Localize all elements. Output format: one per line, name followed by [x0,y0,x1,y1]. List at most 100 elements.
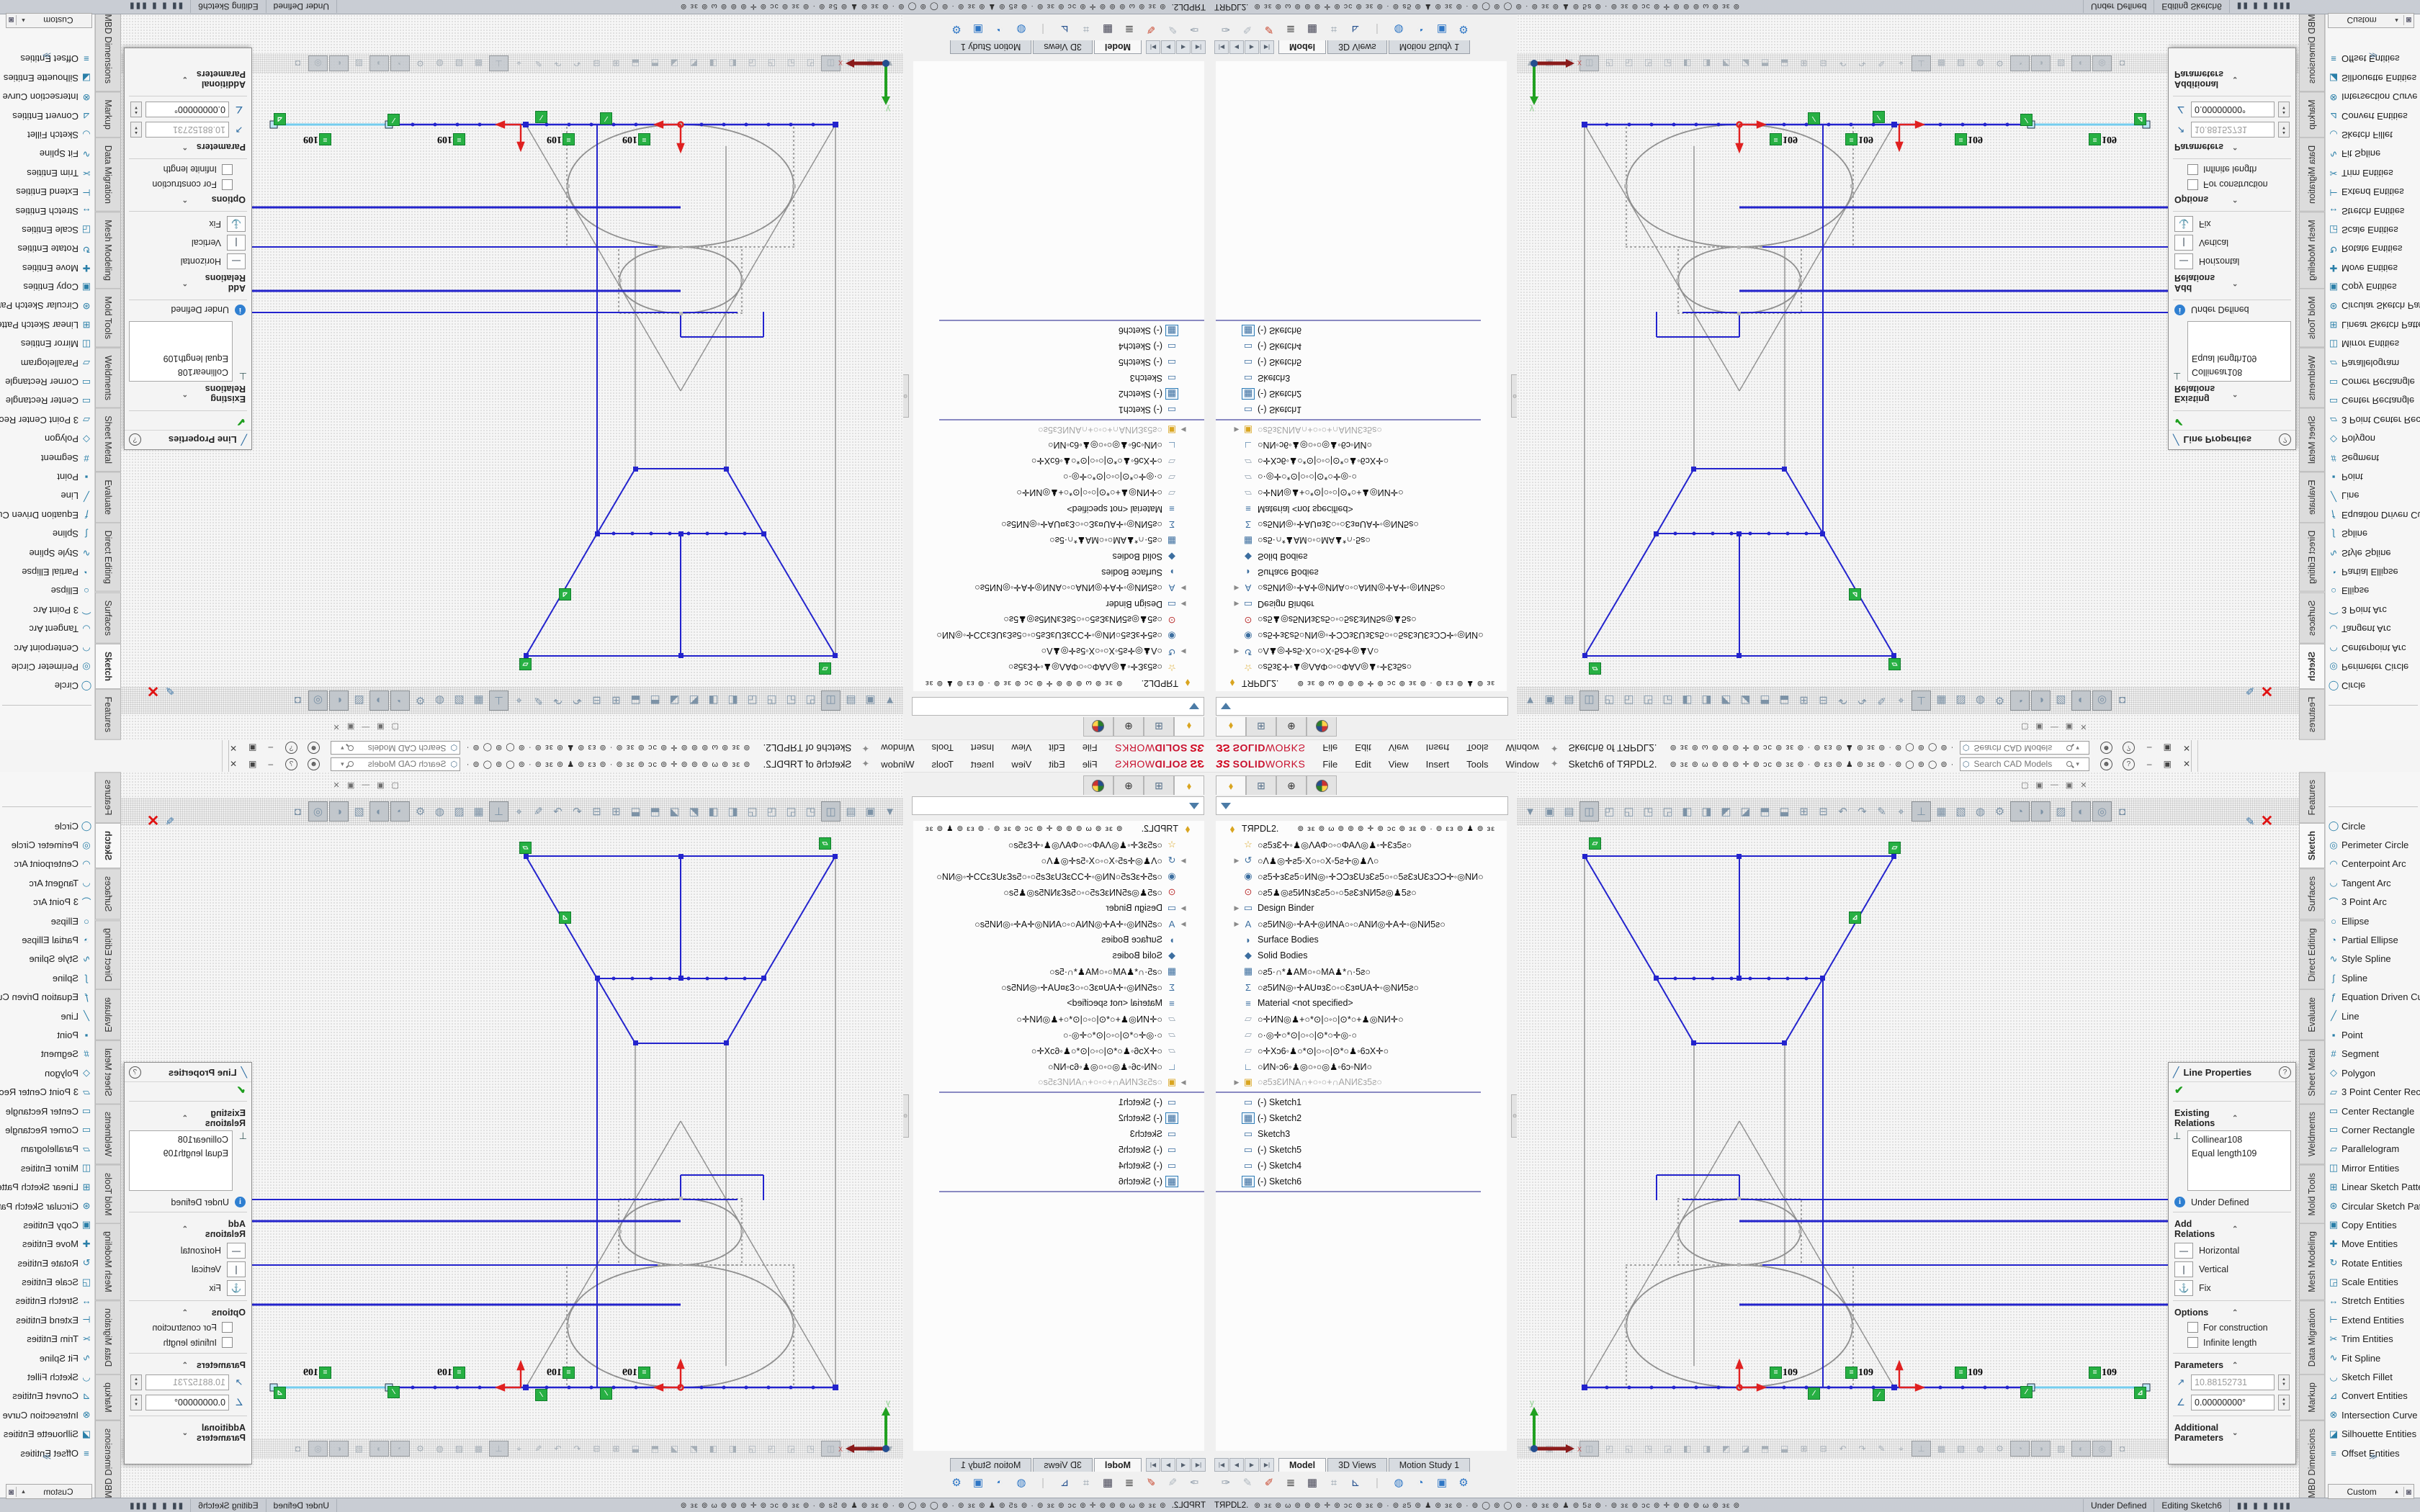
relation-entry[interactable]: Equal length109 [2192,1147,2287,1161]
display-toolbar-icon[interactable]: ▣ [1433,1476,1451,1489]
stamp-icon[interactable]: ◙ [9,16,14,26]
sketch-relation-badge[interactable]: ⊿ [273,114,286,125]
relations-listbox[interactable]: Collinear108Equal length109 [2187,1130,2291,1191]
view-tab[interactable]: 3D Views [1033,1458,1093,1472]
commandmanager-tab[interactable]: Mold Tools [2299,1165,2325,1224]
sketch-tool-button[interactable]: ∿ Fit Spline [0,1349,94,1367]
menu-item[interactable]: Window [1505,743,1541,754]
length-spinner[interactable]: ▲▼ [130,122,142,138]
sketch-relation-badge[interactable]: ⊿ [2134,1387,2147,1398]
commandmanager-tab[interactable]: Features [95,689,121,740]
user-account-icon[interactable]: ☻ [2100,742,2112,755]
stamp-icon[interactable]: ◙ [2406,1487,2411,1497]
search-box[interactable]: ⬡ ▾ [331,757,460,771]
search-box[interactable]: ⬡ ▾ [1960,757,2089,771]
sketch-relation-badge[interactable]: ∕ [1808,113,1821,124]
parameters-header[interactable]: Parameters ⌃ [2169,1356,2295,1372]
sketch-tool-button[interactable]: ◎ Perimeter Circle [0,657,94,676]
tree-row[interactable]: ▱ ○·◎✛○*⊙|○◦○|⊙*○✛◎·○ [913,469,1204,485]
sketch-tool-button[interactable]: ⊗ Intersection Curve [2326,1405,2420,1424]
tree-row[interactable]: ▭ (-) Sketch1 [1216,402,1507,418]
tab-nav-button[interactable]: |◀ [1214,1458,1229,1472]
expand-arrow-icon[interactable]: ▶ [1178,920,1188,928]
commandmanager-tab[interactable]: Sheet Metal [2299,408,2325,472]
sketch-relation-badge[interactable]: ⊿ [1849,589,1862,600]
menu-item[interactable]: View [1010,743,1033,754]
option-checkbox-row[interactable]: Infinite length [125,1335,251,1350]
tree-row[interactable]: ◗ Surface Bodies [1216,932,1507,948]
checkbox[interactable] [2187,1322,2198,1333]
search-input[interactable] [354,758,448,770]
tree-row[interactable]: ▭ (-) Sketch4 [913,338,1204,354]
sketch-tool-button[interactable]: ◯ Circle [2326,677,2420,696]
sketch-tool-button[interactable]: ƒ Equation Driven Curve [2326,988,2420,1007]
tab-nav-button[interactable]: ◀ [1176,1458,1191,1472]
display-toolbar-icon[interactable]: | [1368,1477,1386,1489]
tree-row[interactable]: ▱ ○·◎✛○*⊙|○◦○|⊙*○✛◎·○ [913,1027,1204,1043]
display-toolbar-icon[interactable]: ⌗ [1325,24,1343,36]
tree-row[interactable]: ☆ ○ƨ5зƐ✛◦♟◎ΛΑΦ○◦○ΦΑΛ◎♟◦✛Ɛз5ƨ○ [1216,660,1507,675]
tab-featuremanager-tree[interactable]: ⬧ [1216,775,1246,795]
angle-spinner[interactable]: ▲▼ [2278,102,2290,117]
sketch-relation-badge[interactable]: = 109 [622,134,650,145]
checkbox[interactable] [2187,179,2198,190]
option-checkbox-row[interactable]: Infinite length [2169,1335,2295,1350]
window-control-button[interactable]: ✕ [2183,743,2190,753]
display-toolbar-icon[interactable]: ◔ [991,24,1008,36]
sketch-tool-button[interactable]: ʃ Spline [2326,968,2420,987]
window-control-button[interactable]: ▣ [2164,743,2172,753]
tab-nav-button[interactable]: ◀ [1229,1458,1244,1472]
display-toolbar-icon[interactable]: ≣ [1121,1476,1138,1489]
sketch-tool-button[interactable]: ╱ Line [2326,1007,2420,1025]
options-header[interactable]: Options ⌃ [2169,1304,2295,1320]
sketch-relation-badge[interactable]: = 109 [1955,134,1983,145]
window-control-button[interactable]: ▣ [248,743,256,753]
sketch-relation-badge[interactable]: ∕ [599,113,612,124]
sketch-tool-button[interactable]: ◪ Silhouette Entities [2326,1425,2420,1444]
expand-arrow-icon[interactable]: ▶ [1178,904,1188,912]
commandmanager-tab[interactable]: Mold Tools [95,1165,121,1224]
tree-root-part[interactable]: ⬧ TЯPDL2. ⊚ зε ⊚ ω ⊚ ⊚ ⊚ ✛ ⊚ ɔc ⊚ зε ⊚ ·… [1216,675,1507,691]
sketch-relation-badge[interactable]: = 109 [1770,1367,1798,1378]
search-input[interactable] [1973,742,2066,754]
more-commands-chevron[interactable]: ≫ [2326,50,2420,60]
sketch-relation-badge[interactable]: ⊿ [1849,912,1862,923]
display-toolbar-icon[interactable]: ◔ [991,1477,1008,1489]
panel-help-icon[interactable]: ? [129,434,141,446]
sketch-tool-button[interactable]: ╱ Line [0,487,94,505]
tab-nav-button[interactable]: ▶| [1146,1458,1160,1472]
tree-row[interactable] [1216,1189,1507,1194]
sketch-tool-button[interactable]: ╱ Line [0,1007,94,1025]
tree-row[interactable]: ▶ ▭ Design Binder [913,596,1204,612]
sketch-tool-button[interactable]: ⊿ Convert Entities [2326,1387,2420,1405]
tree-row[interactable]: ▶ ↺ ○Λ♟◎✛ƨ5◦X○◦○X◦5ƨ✛◎♟Λ○ [1216,644,1507,660]
sketch-tool-button[interactable]: ▪ Point [2326,1025,2420,1044]
sketch-relation-badge[interactable]: ⊿ [558,912,571,923]
add-relation-button[interactable]: ❘ Vertical [125,233,251,252]
tree-row[interactable]: Σ ○ƨ5ИN◎◦✛AU¤зƐ○◦○Ɛз¤UA✛◦◎NИ5ƨ○ [1216,517,1507,533]
display-toolbar-icon[interactable]: ⚙ [1455,1476,1472,1489]
relation-entry[interactable]: Equal length109 [2192,352,2287,366]
menu-item[interactable]: Tools [930,759,954,770]
menu-item[interactable]: Tools [1465,759,1489,770]
window-control-button[interactable]: ✕ [230,743,237,753]
angle-spinner[interactable]: ▲▼ [130,102,142,117]
commandmanager-tab[interactable]: Data Migration [95,1300,121,1374]
relation-entry[interactable]: Equal length109 [133,352,228,366]
menu-item[interactable]: Edit [1353,759,1372,770]
option-checkbox-row[interactable]: Infinite length [125,162,251,177]
angle-spinner[interactable]: ▲▼ [2278,1395,2290,1410]
sketch-tool-button[interactable]: ✚ Move Entities [2326,1235,2420,1254]
tree-filter[interactable] [1216,697,1508,716]
sketch-tool-button[interactable]: ◡ Sketch Fillet [2326,1367,2420,1386]
sketch-tool-button[interactable]: ƒ Equation Driven Curve [0,988,94,1007]
sketch-tool-button[interactable]: ∿ Style Spline [0,544,94,562]
sketch-tool-button[interactable]: ✂ Trim Entities [0,163,94,182]
sketch-relation-badge[interactable]: ▱ [818,838,831,849]
commandmanager-tab[interactable]: Direct Editing [95,920,121,989]
sketch-tool-button[interactable]: ◲ Scale Entities [2326,220,2420,239]
relations-listbox[interactable]: Collinear108Equal length109 [129,1130,233,1191]
user-account-icon[interactable]: ☻ [308,742,320,755]
window-control-button[interactable]: – [268,743,273,753]
add-relation-button[interactable]: ⚓ Fix [125,1279,251,1297]
